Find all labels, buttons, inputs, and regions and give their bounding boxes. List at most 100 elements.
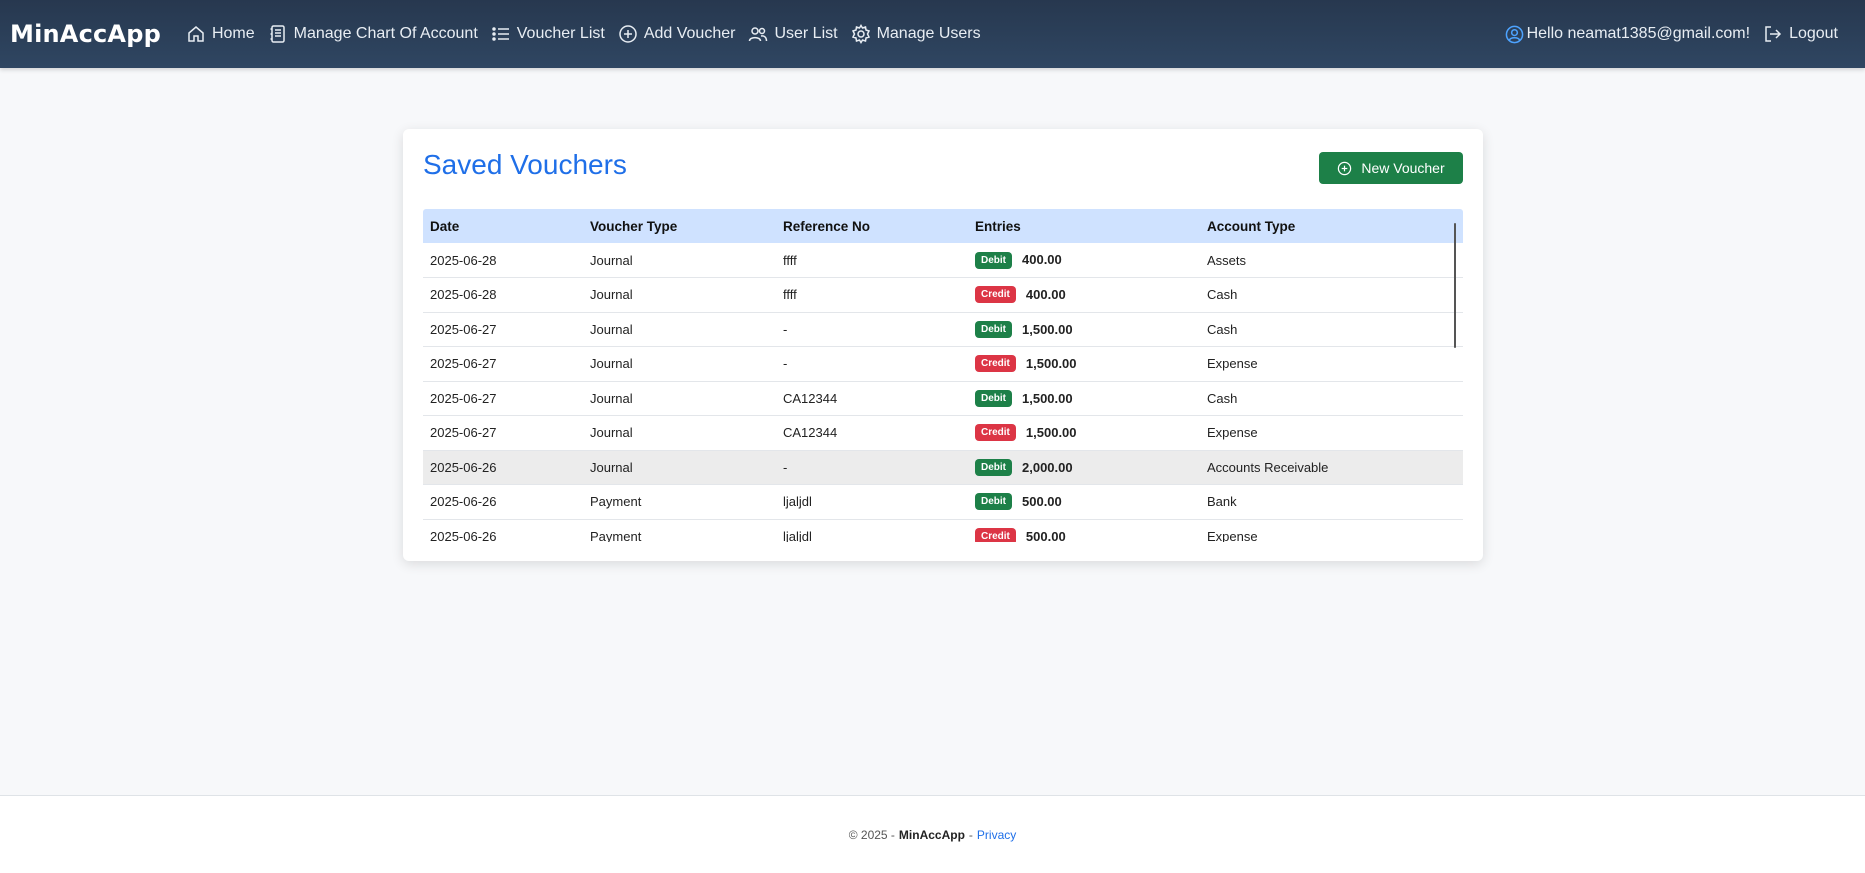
entry-amount: 400.00 — [1025, 287, 1066, 303]
entry-amount: 1,500.00 — [1022, 390, 1073, 406]
nav-user-list-label: User List — [774, 25, 838, 42]
table-row[interactable]: 2025-06-27 Journal CA12344 Credit 1,500.00 Ex… — [423, 415, 1463, 451]
cell-reference-no: ffff — [783, 252, 797, 268]
credit-badge: Credit — [975, 286, 1016, 304]
table-scrollbar[interactable] — [1454, 223, 1456, 348]
cell-date: 2025-06-26 — [430, 494, 497, 510]
entry-amount: 1,500.00 — [1025, 425, 1077, 441]
cell-reference-no: ffff — [783, 287, 797, 303]
table-row[interactable]: 2025-06-26 Payment ljaljdl Debit 500.00 Bank — [423, 484, 1463, 520]
entry-amount: 500.00 — [1022, 494, 1062, 510]
table-row[interactable]: 2025-06-26 Payment ljaljdl Credit 500.00 Expe… — [423, 519, 1463, 542]
logout-button[interactable]: Logout — [1763, 24, 1838, 44]
gear-icon — [851, 24, 870, 44]
cell-entries: Credit 1,500.00 — [968, 416, 1200, 451]
nav-add-voucher-label: Add Voucher — [643, 25, 736, 42]
entry-amount: 400.00 — [1022, 252, 1062, 268]
table-row[interactable]: 2025-06-27 Journal CA12344 Debit 1,500.00 Cas… — [423, 381, 1463, 416]
table-header-row: Date Voucher Type Reference No Entries A… — [423, 209, 1463, 243]
brand-logo[interactable]: MinAccApp — [10, 20, 161, 48]
debit-badge: Debit — [975, 458, 1012, 476]
entry-amount: 2,000.00 — [1022, 459, 1073, 475]
document-icon — [270, 25, 285, 43]
cell-entries: Credit 500.00 — [968, 519, 1200, 542]
nav-voucher-list-label: Voucher List — [516, 25, 605, 42]
table-row[interactable]: 2025-06-27 Journal - Debit 1,500.00 Cash — [423, 312, 1463, 347]
cell-date: 2025-06-27 — [430, 356, 497, 372]
nav-manage-chart-of-account[interactable]: Manage Chart Of Account — [268, 24, 478, 44]
cell-account-type: Expense — [1207, 356, 1258, 372]
debit-badge: Debit — [975, 320, 1012, 338]
table-row[interactable]: 2025-06-26 Journal - Debit 2,000.00 Accounts … — [423, 450, 1463, 485]
footer-separator: - — [968, 827, 973, 842]
footer-app-name: MinAccApp — [898, 827, 965, 842]
column-header-date[interactable]: Date — [423, 209, 583, 243]
cell-voucher-type: Payment — [590, 494, 642, 510]
cell-voucher-type: Payment — [590, 528, 642, 542]
cell-reference-no: ljaljdl — [783, 528, 812, 542]
user-avatar-icon — [1505, 25, 1523, 43]
debit-badge: Debit — [975, 389, 1012, 407]
nav-user-list[interactable]: User List — [748, 24, 838, 44]
nav-manage-users[interactable]: Manage Users — [851, 24, 981, 44]
cell-voucher-type: Journal — [590, 356, 633, 372]
cell-account-type: Bank — [1207, 494, 1237, 510]
nav-home[interactable]: Home — [186, 24, 255, 44]
cell-date: 2025-06-27 — [430, 321, 497, 337]
cell-entries: Debit 400.00 — [968, 243, 1200, 278]
user-greeting[interactable]: Hello neamat1385@gmail.com! — [1505, 25, 1750, 44]
plus-circle-icon — [1338, 161, 1352, 175]
copyright-text: © 2025 - — [848, 827, 895, 842]
new-voucher-label: New Voucher — [1361, 160, 1445, 176]
column-header-entries[interactable]: Entries — [968, 209, 1200, 243]
cell-account-type: Expense — [1207, 528, 1258, 542]
cell-voucher-type: Journal — [590, 287, 633, 303]
page-footer: © 2025 - MinAccApp - Privacy — [0, 795, 1865, 873]
cell-entries: Credit 1,500.00 — [968, 347, 1200, 382]
column-header-voucher-type[interactable]: Voucher Type — [583, 209, 776, 243]
credit-badge: Credit — [975, 355, 1016, 373]
cell-date: 2025-06-26 — [430, 459, 497, 475]
cell-voucher-type: Journal — [590, 459, 633, 475]
column-header-reference-no[interactable]: Reference No — [776, 209, 968, 243]
table-row[interactable]: 2025-06-28 Journal ffff Credit 400.00 Cash — [423, 277, 1463, 313]
cell-account-type: Assets — [1207, 252, 1247, 268]
cell-voucher-type: Journal — [590, 252, 633, 268]
debit-badge: Debit — [975, 493, 1012, 511]
cell-date: 2025-06-27 — [430, 390, 497, 406]
cell-entries: Credit 400.00 — [968, 278, 1200, 313]
table-row[interactable]: 2025-06-28 Journal ffff Debit 400.00 Assets — [423, 243, 1463, 278]
nav-home-label: Home — [211, 25, 255, 42]
cell-entries: Debit 2,000.00 — [968, 450, 1200, 485]
privacy-link[interactable]: Privacy — [977, 828, 1016, 842]
entry-amount: 500.00 — [1025, 528, 1066, 542]
cell-reference-no: - — [783, 321, 788, 337]
entry-amount: 1,500.00 — [1025, 356, 1077, 372]
nav-manage-chart-label: Manage Chart Of Account — [293, 25, 478, 42]
new-voucher-button[interactable]: New Voucher — [1319, 152, 1463, 184]
greeting-text: Hello neamat1385@gmail.com! — [1526, 25, 1751, 42]
table-row[interactable]: 2025-06-27 Journal - Credit 1,500.00 Expense — [423, 346, 1463, 382]
vouchers-table-container[interactable]: Date Voucher Type Reference No Entries A… — [423, 209, 1463, 542]
cell-entries: Debit 500.00 — [968, 485, 1200, 520]
logout-label: Logout — [1789, 25, 1838, 42]
cell-account-type: Cash — [1207, 287, 1238, 303]
cell-account-type: Cash — [1207, 390, 1238, 406]
cell-entries: Debit 1,500.00 — [968, 381, 1200, 416]
logout-icon — [1765, 26, 1782, 42]
cell-reference-no: CA12344 — [783, 425, 838, 441]
cell-reference-no: - — [783, 356, 788, 372]
column-header-account-type[interactable]: Account Type — [1200, 209, 1463, 243]
cell-account-type: Accounts Receivable — [1207, 459, 1329, 475]
plus-circle-icon — [619, 25, 637, 43]
credit-badge: Credit — [975, 424, 1016, 442]
nav-add-voucher[interactable]: Add Voucher — [618, 24, 736, 44]
cell-date: 2025-06-28 — [430, 252, 497, 268]
nav-voucher-list[interactable]: Voucher List — [491, 24, 605, 44]
nav-manage-users-label: Manage Users — [876, 25, 981, 42]
cell-voucher-type: Journal — [590, 425, 633, 441]
users-icon — [749, 27, 768, 42]
cell-date: 2025-06-26 — [430, 528, 497, 542]
list-icon — [492, 27, 509, 41]
cell-reference-no: - — [783, 459, 788, 475]
